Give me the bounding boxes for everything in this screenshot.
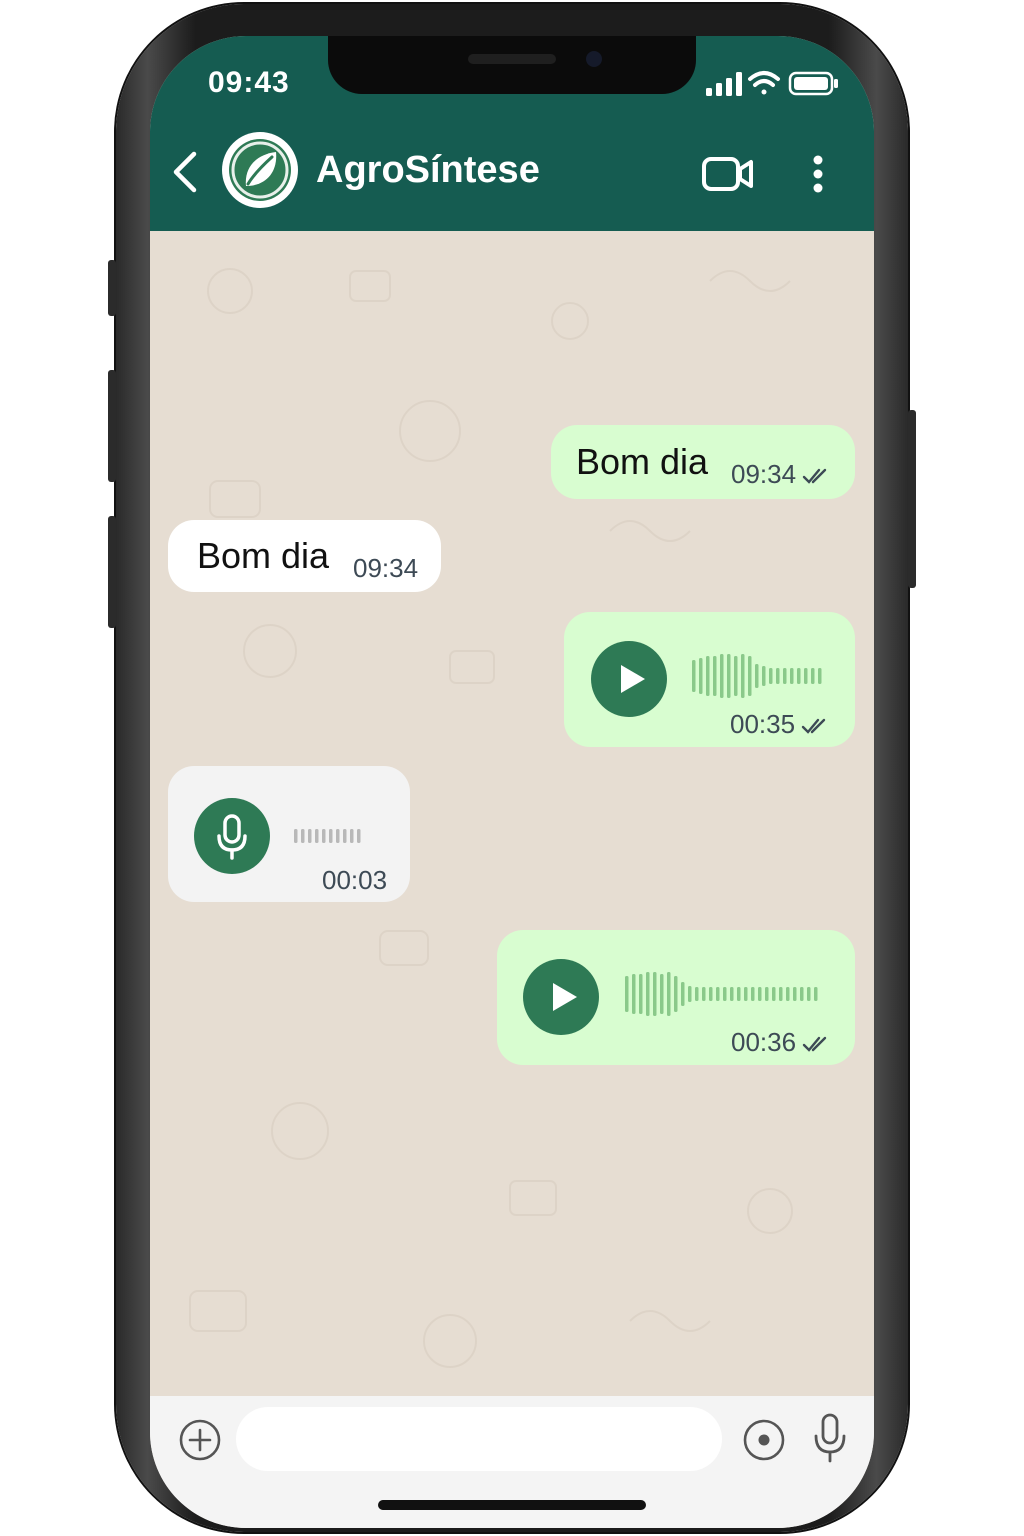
contact-name[interactable]: AgroSíntese (316, 149, 540, 192)
microphone-avatar[interactable] (194, 798, 270, 874)
mute-switch (108, 260, 116, 316)
earpiece-speaker (468, 54, 556, 64)
voice-message-outgoing[interactable]: 00:35 (564, 612, 855, 747)
play-icon (553, 983, 577, 1011)
voice-waveform[interactable] (692, 652, 832, 700)
notch (328, 36, 696, 94)
battery-icon (788, 71, 838, 96)
play-button[interactable] (591, 641, 667, 717)
double-check-icon (802, 1036, 827, 1052)
back-chevron-icon[interactable] (170, 150, 200, 194)
message-bubble-outgoing[interactable]: Bom dia 09:34 (551, 425, 855, 499)
microphone-icon[interactable] (810, 1412, 850, 1464)
voice-waveform[interactable] (625, 970, 825, 1018)
front-camera (586, 51, 602, 67)
status-time: 09:43 (208, 66, 290, 99)
double-check-icon (802, 468, 827, 484)
voice-duration-text: 00:35 (730, 709, 796, 739)
leaf-icon (229, 139, 291, 201)
message-time: 09:34 (731, 459, 830, 490)
volume-down-button (108, 516, 116, 628)
message-input[interactable] (236, 1407, 722, 1471)
voice-message-outgoing[interactable]: 00:36 (497, 930, 855, 1065)
message-time-text: 09:34 (731, 459, 797, 489)
chat-header: 09:43 AgroSíntese (150, 36, 874, 231)
plus-icon[interactable] (178, 1418, 222, 1462)
video-call-icon[interactable] (702, 154, 754, 194)
status-icons (706, 71, 838, 96)
voice-duration: 00:35 (730, 709, 829, 740)
message-text: Bom dia (576, 441, 709, 482)
microphone-icon (217, 814, 247, 860)
camera-icon[interactable] (742, 1418, 786, 1462)
power-button (908, 410, 916, 588)
message-text: Bom dia (197, 535, 330, 576)
double-check-icon (801, 718, 826, 734)
voice-duration: 00:03 (322, 865, 388, 895)
wifi-icon (748, 71, 780, 95)
play-icon (621, 665, 645, 693)
voice-message-incoming[interactable]: 00:03 (168, 766, 410, 902)
message-input-bar (150, 1396, 874, 1528)
play-button[interactable] (523, 959, 599, 1035)
message-time: 09:34 (353, 553, 419, 583)
phone-screen: 09:43 AgroSíntese Bom dia 09:34 Bom dia … (150, 36, 874, 1528)
voice-duration: 00:36 (731, 1027, 830, 1058)
chat-area[interactable]: Bom dia 09:34 Bom dia 09:34 00:35 00:03 … (150, 231, 874, 1396)
signal-icon (706, 72, 742, 96)
voice-duration-text: 00:36 (731, 1027, 797, 1057)
contact-avatar[interactable] (222, 132, 298, 208)
home-indicator[interactable] (378, 1500, 646, 1510)
more-options-icon[interactable] (806, 154, 830, 194)
voice-waveform[interactable] (294, 824, 366, 848)
volume-up-button (108, 370, 116, 482)
message-bubble-incoming[interactable]: Bom dia 09:34 (168, 520, 441, 592)
